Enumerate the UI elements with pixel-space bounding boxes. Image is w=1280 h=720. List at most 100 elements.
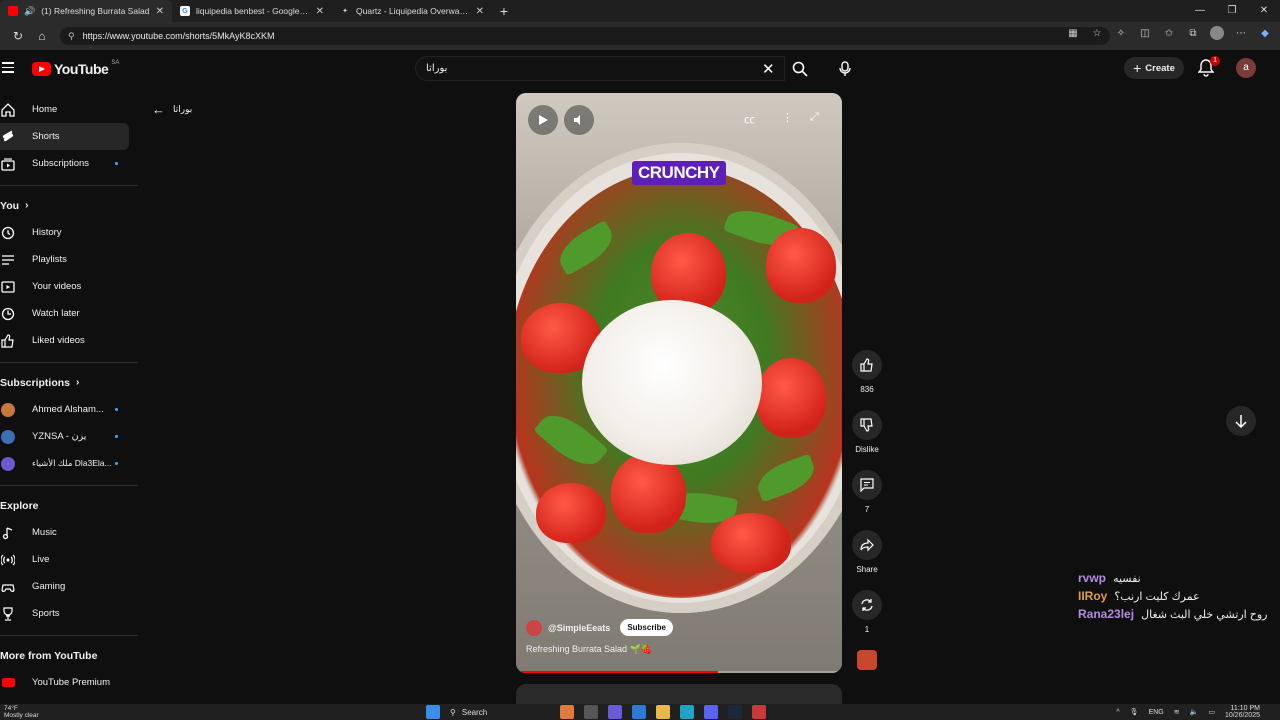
video-progress-bar[interactable] [516,671,842,673]
sidebar-item-home[interactable]: Home [0,96,138,123]
channel-name[interactable]: @SimpleEeats [548,623,610,633]
sidebar-item-channel[interactable]: Ahmed Alsham... [0,396,138,423]
close-tab-icon[interactable]: ✕ [316,6,324,17]
more-options-icon[interactable]: ⋮ [782,111,793,124]
mic-tray-icon[interactable]: 🎙 [1130,708,1139,716]
file-explorer-icon[interactable] [656,705,670,719]
browser-menu-icon[interactable]: ⋯ [1234,28,1248,39]
extensions-icon[interactable]: ✧ [1114,28,1128,39]
collections-icon[interactable]: ⧉ [1186,28,1200,39]
play-button[interactable] [528,105,558,135]
chat-username: rvwp [1078,571,1107,585]
sidebar-item-live[interactable]: Live [0,546,138,573]
menu-hamburger-icon[interactable] [2,62,14,76]
voice-search-button[interactable] [832,56,858,81]
notifications-button[interactable]: 1 [1197,56,1220,77]
sidebar-item-subscriptions[interactable]: Subscriptions [0,150,138,177]
strawberry-image [766,228,836,303]
windows-start-icon[interactable] [426,705,440,719]
sidebar-item-sports[interactable]: Sports [0,600,138,627]
edge-icon[interactable] [680,705,694,719]
sidebar-item-playlists[interactable]: Playlists [0,246,138,273]
close-tab-icon[interactable]: ✕ [476,6,484,17]
language-indicator[interactable]: ENG [1149,709,1164,716]
taskbar-app-icon[interactable] [560,705,574,719]
sidebar-item-label: YZNSA - يزن [32,431,87,442]
url-text: https://www.youtube.com/shorts/5MkAyK8cX… [82,31,275,41]
browser-profile-avatar[interactable] [1210,26,1224,40]
volume-tray-icon[interactable]: 🔈 [1190,708,1199,716]
taskbar-search[interactable]: ⚲ Search [450,708,550,717]
home-browser-icon[interactable]: ⌂ [30,29,54,43]
url-field[interactable]: ⚲ https://www.youtube.com/shorts/5MkAyK8… [60,27,1110,45]
sound-avatar-button[interactable] [850,650,884,670]
sidebar-item-your-videos[interactable]: Your videos [0,273,138,300]
wifi-icon[interactable]: ≋ [1174,708,1180,716]
copilot-icon[interactable]: ◆ [1258,28,1272,39]
share-button[interactable]: Share [850,530,884,574]
back-to-search-button[interactable]: ← بوراتا [152,102,192,117]
battery-icon[interactable]: ▭ [1208,708,1215,716]
youtube-premium-icon [0,675,16,691]
split-screen-icon[interactable]: ◫ [1138,28,1152,39]
sidebar-item-label: Live [32,554,50,565]
sidebar-item-youtube-premium[interactable]: YouTube Premium [0,669,138,696]
reader-view-icon[interactable]: ▦ [1066,28,1080,39]
speaker-icon[interactable]: 🔊 [24,6,35,17]
close-tab-icon[interactable]: ✕ [156,6,164,17]
reload-icon[interactable]: ↻ [6,29,30,43]
sidebar-item-liked-videos[interactable]: Liked videos [0,327,138,354]
channel-avatar[interactable] [526,619,542,636]
sidebar-item-shorts[interactable]: Shorts [0,123,129,150]
next-video-button[interactable] [1226,406,1256,436]
sidebar-item-channel[interactable]: ملك الأشياء Dla3Ela... [0,450,138,477]
obs-icon[interactable] [752,705,766,719]
comments-button[interactable]: 7 [850,470,884,514]
next-short-preview[interactable] [516,684,842,704]
sidebar-item-watch-later[interactable]: Watch later [0,300,138,327]
youtube-logo[interactable]: YouTube SA [32,60,119,77]
browser-tab-liquipedia[interactable]: ✦ Quartz - Liquipedia Overwatch W ✕ [332,0,492,22]
sidebar-item-label: YouTube Premium [32,677,110,688]
favorites-icon[interactable]: ✩ [1162,28,1176,39]
restore-icon[interactable]: ❐ [1216,0,1248,22]
volume-button[interactable] [564,105,594,135]
sidebar-item-music[interactable]: Music [0,519,138,546]
close-window-icon[interactable]: ✕ [1248,0,1280,22]
search-input[interactable]: بوراتا ✕ [415,56,785,81]
account-avatar[interactable]: a [1236,58,1256,78]
steam-icon[interactable] [728,705,742,719]
copilot-taskbar-icon[interactable] [608,705,622,719]
browser-tab-youtube[interactable]: 🔊 (1) Refreshing Burrata Salad ✕ [0,0,172,22]
sidebar-item-history[interactable]: History [0,219,138,246]
shorts-video-player[interactable]: CRUNCHY ㏄ ⋮ ⤢ @SimpleEeats Subscribe Ref… [516,93,842,673]
chat-text: عمرك كليت ارنب؟ [1114,591,1200,603]
discord-icon[interactable] [704,705,718,719]
favorite-star-icon[interactable]: ☆ [1090,28,1104,39]
clear-search-icon[interactable]: ✕ [762,60,775,78]
remix-button[interactable]: 1 [850,590,884,634]
store-icon[interactable] [632,705,646,719]
captions-icon[interactable]: ㏄ [744,111,755,127]
clock[interactable]: 11:10 PM 10/26/2025 [1225,705,1260,719]
create-button[interactable]: + Create [1124,57,1184,79]
minimize-icon[interactable]: — [1184,0,1216,22]
subscribe-button[interactable]: Subscribe [620,619,673,636]
sidebar-section-subscriptions[interactable]: Subscriptions › [0,369,138,396]
task-view-icon[interactable] [584,705,598,719]
sidebar-item-channel[interactable]: YZNSA - يزن [0,423,138,450]
video-title[interactable]: Refreshing Burrata Salad 🌱🍓 [526,644,832,655]
new-tab-icon[interactable]: + [492,3,516,19]
like-button[interactable]: 836 [850,350,884,394]
weather-widget[interactable]: 74°F Mostly clear [4,705,39,719]
fullscreen-icon[interactable]: ⤢ [810,111,819,124]
sidebar-section-you[interactable]: You › [0,192,138,219]
browser-tab-google[interactable]: G liquipedia benbest - Google Sear ✕ [172,0,332,22]
thumbs-up-icon [860,358,873,372]
tray-overflow-icon[interactable]: ^ [1116,709,1119,716]
shorts-actions: 836 Dislike 7 Share 1 [850,350,884,686]
dislike-button[interactable]: Dislike [850,410,884,454]
site-info-icon[interactable]: ⚲ [68,31,75,42]
sidebar-item-gaming[interactable]: Gaming [0,573,138,600]
search-button[interactable] [787,56,813,81]
